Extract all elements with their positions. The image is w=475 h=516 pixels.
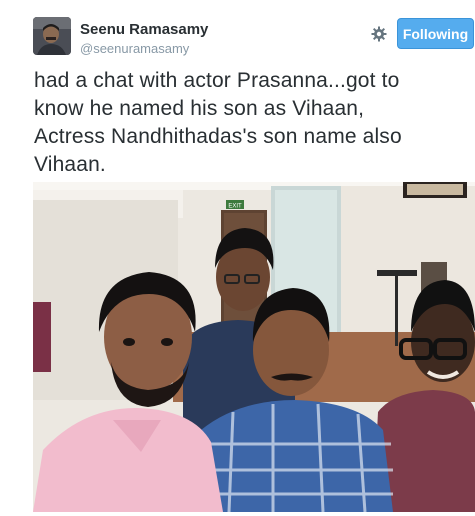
exit-sign: EXIT [228, 204, 242, 210]
following-button[interactable]: Following [397, 18, 474, 49]
tweet-card: Seenu Ramasamy @seenuramasamy Following … [0, 0, 475, 516]
author-block: Seenu Ramasamy @seenuramasamy [80, 20, 208, 57]
avatar[interactable] [33, 17, 71, 55]
tweet-photo[interactable]: EXIT [33, 182, 475, 512]
tweet-text: had a chat with actor Prasanna...got to … [34, 69, 402, 176]
author-name[interactable]: Seenu Ramasamy [80, 20, 208, 39]
author-handle[interactable]: @seenuramasamy [80, 40, 208, 57]
gear-icon[interactable] [370, 25, 388, 43]
